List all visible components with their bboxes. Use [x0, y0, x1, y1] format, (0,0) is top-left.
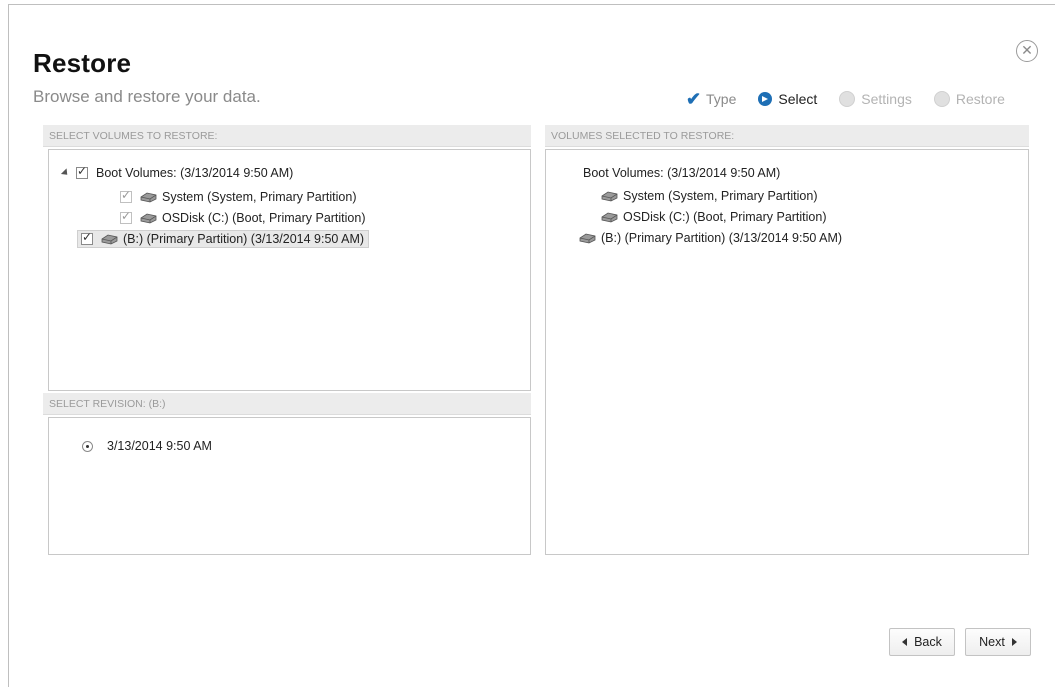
- select-revision-list: 3/13/2014 9:50 AM: [48, 417, 531, 555]
- disk-drive-icon: [101, 234, 118, 244]
- wizard-steps: ✔ Type Select Settings Restore: [686, 89, 1027, 109]
- checkbox-osdisk[interactable]: [120, 209, 132, 224]
- close-icon[interactable]: ✕: [1016, 40, 1038, 62]
- disk-drive-icon: [601, 212, 618, 222]
- page-title: Restore: [33, 48, 132, 78]
- tree-label: System (System, Primary Partition): [162, 190, 357, 204]
- step-label: Restore: [955, 91, 1005, 107]
- selected-label: Boot Volumes: (3/13/2014 9:50 AM): [583, 166, 781, 180]
- select-volumes-header: SELECT VOLUMES TO RESTORE:: [43, 125, 531, 147]
- expand-triangle-icon[interactable]: [60, 168, 71, 178]
- checkbox-b-drive[interactable]: [81, 230, 93, 245]
- back-button[interactable]: Back: [889, 628, 955, 656]
- revision-label: 3/13/2014 9:50 AM: [107, 439, 212, 453]
- chevron-left-icon: [902, 638, 908, 646]
- select-volumes-tree[interactable]: Boot Volumes: (3/13/2014 9:50 AM) System…: [48, 149, 531, 391]
- select-revision-header: SELECT REVISION: (B:): [43, 393, 531, 415]
- step-select: Select: [758, 91, 817, 107]
- volumes-selected-header: VOLUMES SELECTED TO RESTORE:: [545, 125, 1029, 147]
- tree-label: (B:) (Primary Partition) (3/13/2014 9:50…: [123, 232, 365, 246]
- disk-drive-icon: [140, 192, 157, 202]
- selected-item-boot-volumes: Boot Volumes: (3/13/2014 9:50 AM): [583, 166, 780, 180]
- step-label: Settings: [861, 91, 912, 107]
- next-label: Next: [979, 635, 1005, 649]
- step-label: Type: [706, 91, 737, 107]
- revision-option[interactable]: 3/13/2014 9:50 AM: [82, 439, 212, 453]
- checkmark-icon: ✔: [686, 89, 702, 109]
- tree-row-boot-volumes[interactable]: Boot Volumes: (3/13/2014 9:50 AM): [60, 164, 294, 180]
- disk-drive-icon: [579, 233, 596, 243]
- selected-item-osdisk: OSDisk (C:) (Boot, Primary Partition): [601, 210, 827, 224]
- selected-label: (B:) (Primary Partition) (3/13/2014 9:50…: [601, 231, 843, 245]
- step-type: ✔ Type: [686, 89, 737, 109]
- tree-label: OSDisk (C:) (Boot, Primary Partition): [162, 211, 366, 225]
- circle-icon: [839, 91, 856, 107]
- page-subtitle: Browse and restore your data.: [33, 87, 261, 106]
- checkbox-system[interactable]: [120, 188, 132, 203]
- selected-item-b-drive: (B:) (Primary Partition) (3/13/2014 9:50…: [579, 231, 842, 245]
- step-settings: Settings: [839, 91, 912, 107]
- next-button[interactable]: Next: [965, 628, 1031, 656]
- tree-row-osdisk[interactable]: OSDisk (C:) (Boot, Primary Partition): [120, 209, 366, 225]
- back-label: Back: [914, 635, 942, 649]
- chevron-right-icon: [1011, 638, 1017, 646]
- disk-drive-icon: [601, 191, 618, 201]
- revision-radio[interactable]: [82, 440, 93, 452]
- selected-label: System (System, Primary Partition): [623, 189, 818, 203]
- checkbox-boot-volumes[interactable]: [76, 164, 88, 179]
- tree-row-system[interactable]: System (System, Primary Partition): [120, 188, 357, 204]
- volumes-selected-list: Boot Volumes: (3/13/2014 9:50 AM) System…: [545, 149, 1029, 555]
- step-restore: Restore: [933, 91, 1005, 107]
- tree-label: Boot Volumes: (3/13/2014 9:50 AM): [96, 166, 294, 180]
- arrow-circle-icon: [758, 92, 773, 106]
- tree-row-b-drive[interactable]: (B:) (Primary Partition) (3/13/2014 9:50…: [77, 230, 370, 248]
- step-label: Select: [778, 91, 818, 107]
- selected-label: OSDisk (C:) (Boot, Primary Partition): [623, 210, 827, 224]
- circle-icon: [933, 91, 950, 107]
- selected-item-system: System (System, Primary Partition): [601, 189, 817, 203]
- disk-drive-icon: [140, 213, 157, 223]
